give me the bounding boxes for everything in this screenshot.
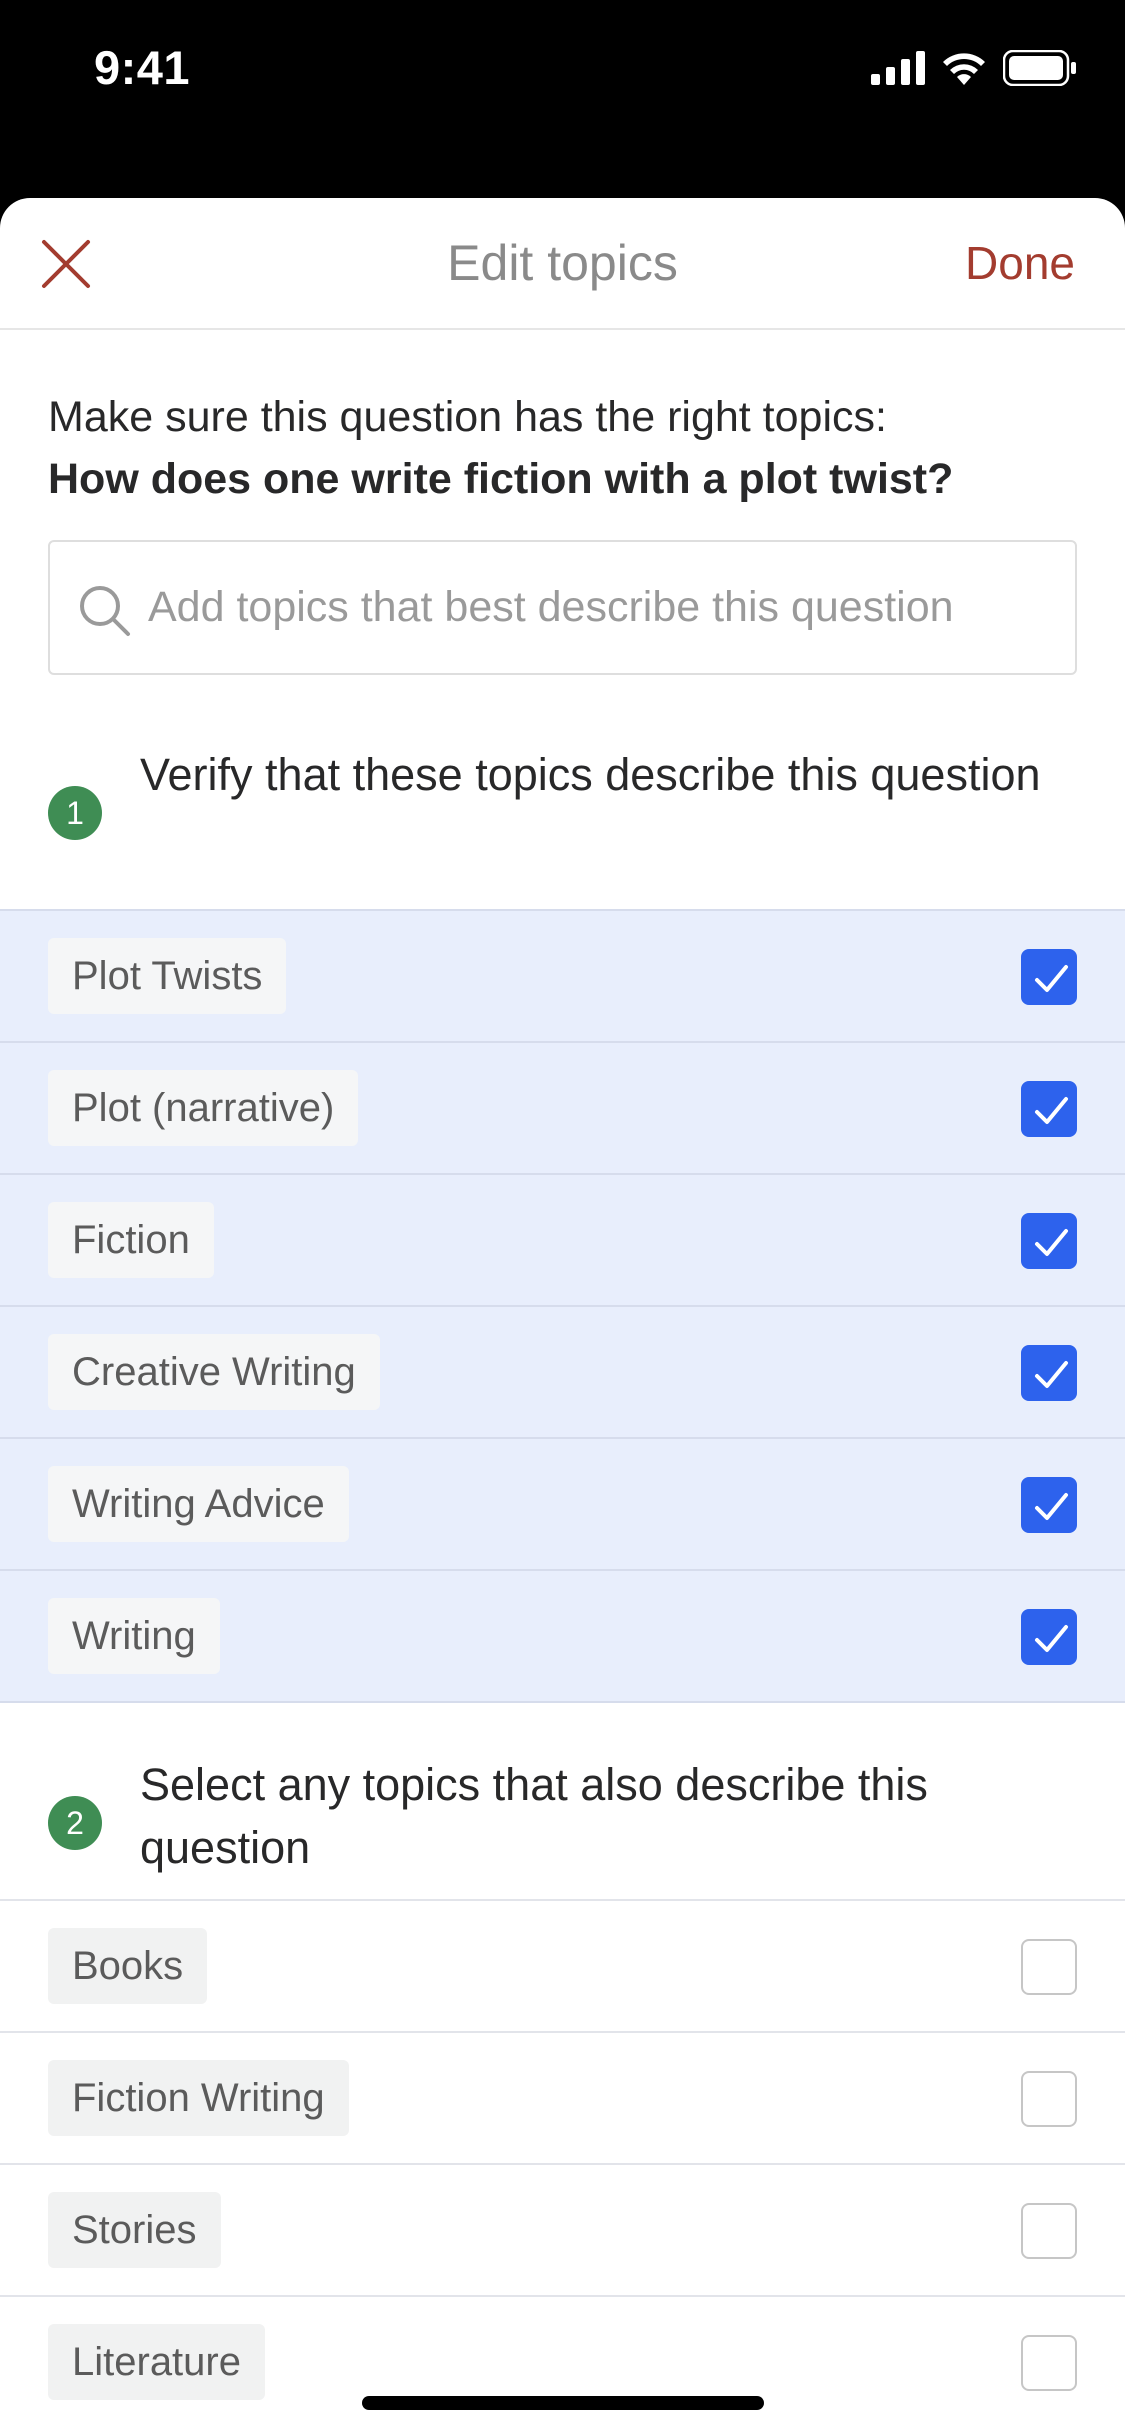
topic-checkbox[interactable] [1021,1939,1077,1995]
section-select-header: 2 Select any topics that also describe t… [0,1703,1125,1899]
cellular-signal-icon [871,51,925,90]
wifi-icon [941,51,987,90]
suggested-topics-list: Books Fiction Writing Stories Literature [0,1899,1125,2427]
topic-chip: Plot (narrative) [48,1070,359,1146]
topic-checkbox[interactable] [1021,2203,1077,2259]
topic-row[interactable]: Writing Advice [0,1437,1125,1569]
topic-row[interactable]: Books [0,1899,1125,2031]
topic-row[interactable]: Creative Writing [0,1305,1125,1437]
topic-checkbox[interactable] [1021,1345,1077,1401]
topic-chip: Books [48,1928,208,2004]
topic-row[interactable]: Fiction [0,1173,1125,1305]
intro: Make sure this question has the right to… [0,330,1125,510]
topic-checkbox[interactable] [1021,1081,1077,1137]
topic-checkbox[interactable] [1021,949,1077,1005]
topic-row[interactable]: Plot (narrative) [0,1041,1125,1173]
search-box[interactable] [48,540,1077,675]
done-button[interactable]: Done [965,236,1075,290]
topic-chip: Plot Twists [48,938,287,1014]
search-icon [76,582,132,638]
topic-row[interactable]: Fiction Writing [0,2031,1125,2163]
status-time: 9:41 [94,41,191,94]
topic-chip: Writing [48,1598,220,1674]
edit-topics-sheet: Edit topics Done Make sure this question… [0,198,1125,2436]
step-badge: 2 [48,1796,102,1850]
topic-chip: Writing Advice [48,1466,349,1542]
status-icons [871,49,1077,91]
section-verify-header: 1 Verify that these topics describe this… [0,743,1125,909]
topic-checkbox[interactable] [1021,1477,1077,1533]
step-badge: 1 [48,786,102,840]
topic-row[interactable]: Plot Twists [0,909,1125,1041]
nav-bar: Edit topics Done [0,198,1125,330]
topic-checkbox[interactable] [1021,1609,1077,1665]
topic-checkbox[interactable] [1021,2335,1077,2391]
topic-row[interactable]: Writing [0,1569,1125,1701]
topic-chip: Fiction Writing [48,2060,349,2136]
battery-icon [1002,49,1077,91]
topic-chip: Literature [48,2324,265,2400]
topic-chip: Fiction [48,1202,214,1278]
section-title: Verify that these topics describe this q… [140,749,1041,800]
topic-chip: Stories [48,2192,221,2268]
topic-checkbox[interactable] [1021,2071,1077,2127]
topic-chip: Creative Writing [48,1334,380,1410]
intro-text: Make sure this question has the right to… [48,393,887,441]
verified-topics-list: Plot Twists Plot (narrative) Fiction Cre… [0,909,1125,1703]
home-indicator [362,2396,764,2410]
status-bar: 9:41 [0,0,1125,140]
topic-row[interactable]: Stories [0,2163,1125,2295]
page-title: Edit topics [447,235,678,291]
search-input[interactable] [146,542,1055,673]
question-title: How does one write fiction with a plot t… [48,455,954,503]
topic-checkbox[interactable] [1021,1213,1077,1269]
section-title: Select any topics that also describe thi… [140,1759,928,1873]
